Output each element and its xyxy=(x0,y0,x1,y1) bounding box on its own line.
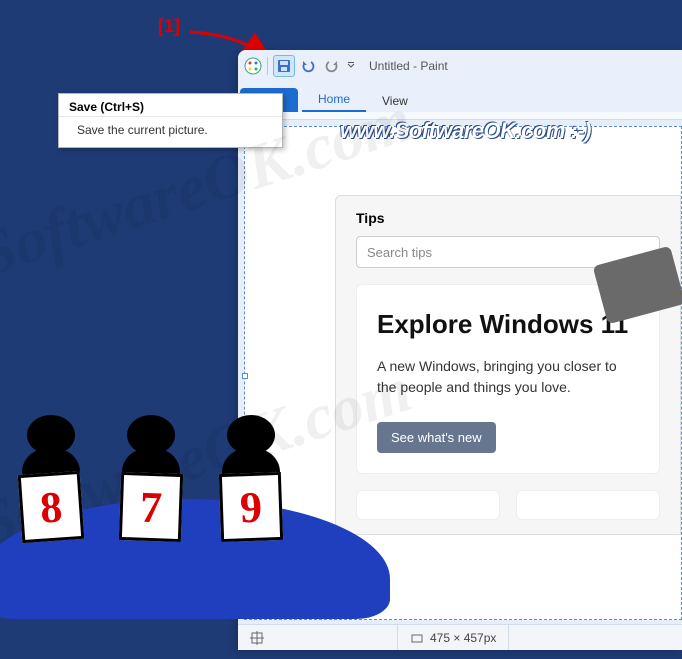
canvas-dimensions: 475 × 457px xyxy=(430,631,496,645)
redo-icon xyxy=(324,58,340,74)
search-placeholder: Search tips xyxy=(367,245,432,260)
status-bar: 475 × 457px xyxy=(238,624,682,650)
tips-hero-card: Explore Windows 11 A new Windows, bringi… xyxy=(356,284,660,474)
undo-icon xyxy=(300,58,316,74)
save-button[interactable] xyxy=(273,55,295,77)
annotation-label: [1] xyxy=(158,16,180,37)
qat-separator xyxy=(267,57,268,75)
title-bar: Untitled - Paint xyxy=(238,50,682,82)
score-card: 8 xyxy=(18,471,85,543)
see-whats-new-button[interactable]: See what's new xyxy=(377,422,496,453)
paint-app-icon xyxy=(244,57,262,75)
window-title: Untitled - Paint xyxy=(369,59,448,73)
tips-card[interactable] xyxy=(516,490,660,520)
dimensions-icon xyxy=(410,631,424,645)
resize-handle[interactable] xyxy=(242,373,248,379)
tips-heading: Explore Windows 11 xyxy=(377,309,639,340)
tips-sub-cards xyxy=(356,490,660,520)
status-dimensions-cell: 475 × 457px xyxy=(398,625,509,650)
save-icon xyxy=(276,58,292,74)
judge-figure: 9 xyxy=(220,415,282,541)
judge-figure: 8 xyxy=(20,415,82,541)
tab-view[interactable]: View xyxy=(366,88,424,112)
watermark-text: www.SoftwareOK.com :-) xyxy=(340,118,591,144)
tips-panel: Tips Search tips Explore Windows 11 A ne… xyxy=(335,195,681,535)
chevron-down-icon xyxy=(347,62,355,70)
tips-body-text: A new Windows, bringing you closer to th… xyxy=(377,356,639,398)
score-card: 7 xyxy=(119,472,183,542)
cursor-position-icon xyxy=(250,631,264,645)
tips-panel-title: Tips xyxy=(356,210,660,226)
tips-card[interactable] xyxy=(356,490,500,520)
status-cursor-cell xyxy=(238,625,398,650)
redo-button[interactable] xyxy=(321,55,343,77)
ribbon-tabs: File Home View xyxy=(238,82,682,112)
tab-home[interactable]: Home xyxy=(302,86,366,112)
judge-figure: 7 xyxy=(120,415,182,541)
undo-button[interactable] xyxy=(297,55,319,77)
tooltip-title: Save (Ctrl+S) xyxy=(59,94,282,117)
score-card: 9 xyxy=(219,472,283,542)
tooltip-body: Save the current picture. xyxy=(59,117,282,147)
save-tooltip: Save (Ctrl+S) Save the current picture. xyxy=(58,93,283,148)
qat-customize-dropdown[interactable] xyxy=(345,62,357,70)
